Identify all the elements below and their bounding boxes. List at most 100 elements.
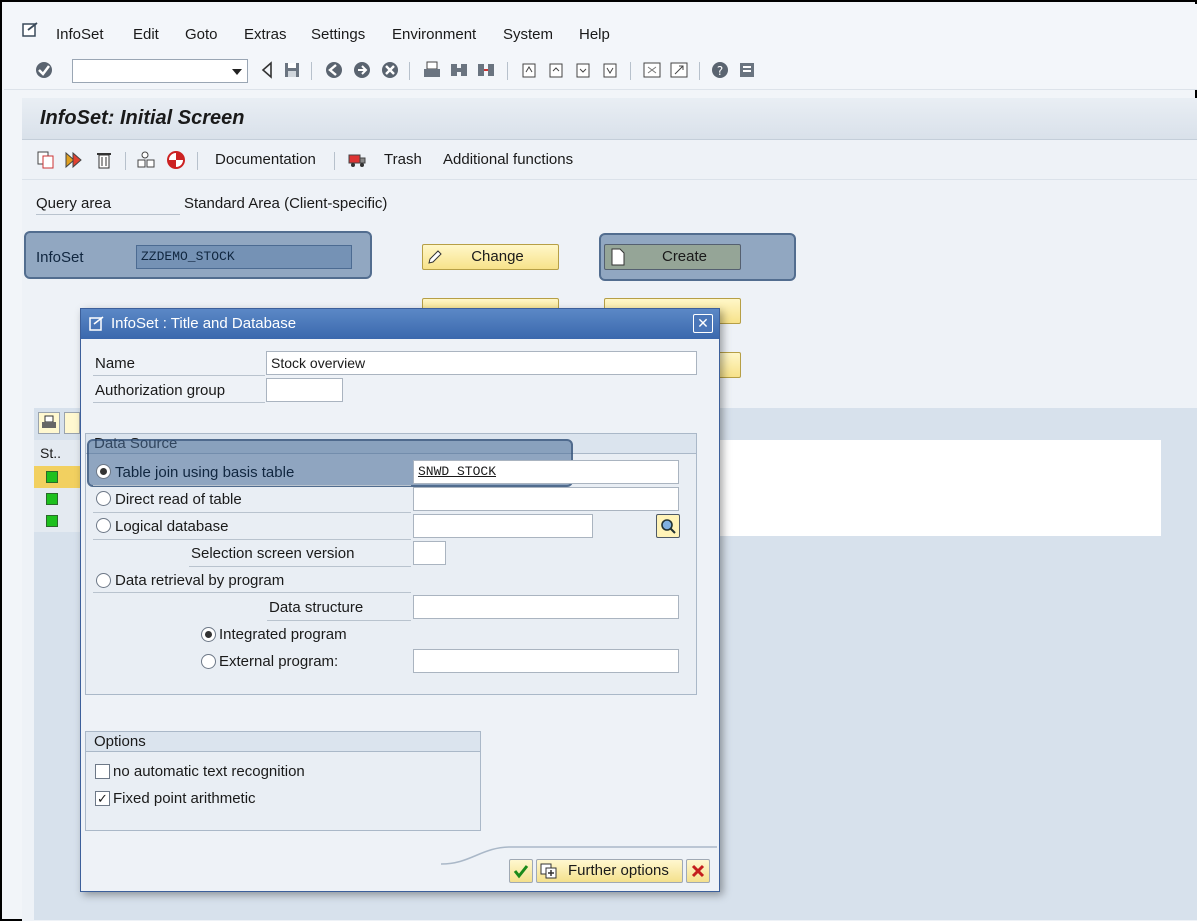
infoset-title-database-dialog: InfoSet : Title and Database ✕ Name Stoc…	[80, 308, 720, 892]
documentation-button[interactable]: Documentation	[215, 151, 316, 168]
status-green-icon	[46, 471, 58, 483]
find-next-icon[interactable]	[476, 60, 496, 80]
table-row-status	[34, 466, 82, 488]
last-page-icon[interactable]	[600, 60, 620, 80]
external-program-label: External program:	[219, 653, 339, 670]
divider	[93, 539, 411, 540]
back-arrow-icon[interactable]	[257, 60, 277, 80]
next-page-icon[interactable]	[573, 60, 593, 80]
infoset-label: InfoSet	[36, 249, 84, 266]
dialog-system-icon	[89, 316, 104, 331]
menu-system[interactable]: System	[503, 26, 553, 43]
previous-page-icon[interactable]	[546, 60, 566, 80]
create-label: Create	[661, 248, 708, 265]
divider	[93, 512, 411, 513]
menu-environment[interactable]: Environment	[392, 26, 476, 43]
print-list-button[interactable]	[38, 412, 60, 434]
menu-help[interactable]: Help	[579, 26, 610, 43]
new-session-icon[interactable]	[642, 60, 662, 80]
table-join-radio[interactable]	[96, 464, 111, 479]
continue-button[interactable]	[509, 859, 533, 883]
fixed-point-checkbox[interactable]: ✓	[95, 791, 110, 806]
check-icon	[513, 865, 529, 879]
fixed-point-label: Fixed point arithmetic	[113, 790, 256, 807]
name-input[interactable]: Stock overview	[266, 351, 697, 375]
create-button[interactable]: Create	[604, 244, 741, 270]
save-icon[interactable]	[282, 60, 302, 80]
find-icon[interactable]	[449, 60, 469, 80]
menu-goto[interactable]: Goto	[185, 26, 218, 43]
data-retrieval-radio[interactable]	[96, 573, 111, 588]
selection-screen-version-input[interactable]	[413, 541, 446, 565]
options-header: Options	[86, 732, 480, 752]
copy-icon[interactable]	[36, 150, 56, 170]
pencil-icon	[428, 250, 442, 264]
status-column-header[interactable]: St..	[34, 440, 82, 466]
print-icon[interactable]	[422, 60, 442, 80]
basis-table-value: SNWD_STOCK	[418, 464, 497, 479]
integrated-program-radio[interactable]	[201, 627, 216, 642]
menu-edit[interactable]: Edit	[133, 26, 159, 43]
magnifier-icon	[661, 519, 676, 534]
generate-icon[interactable]	[64, 150, 84, 170]
chevron-down-icon[interactable]	[232, 69, 242, 75]
toolbar-separator	[630, 62, 631, 80]
svg-text:?: ?	[717, 64, 723, 78]
divider	[93, 375, 265, 376]
layout-menu-icon[interactable]	[737, 60, 757, 80]
authorization-group-label: Authorization group	[95, 382, 226, 399]
infoset-input[interactable]: ZZDEMO_STOCK	[136, 245, 352, 269]
enter-check-icon[interactable]	[34, 60, 54, 80]
divider	[93, 485, 411, 486]
direct-read-input[interactable]	[413, 487, 679, 511]
external-program-input[interactable]	[413, 649, 679, 673]
transport-icon[interactable]	[166, 150, 186, 170]
logical-database-radio[interactable]	[96, 518, 111, 533]
system-menu-icon[interactable]	[22, 22, 40, 38]
additional-functions-button[interactable]: Additional functions	[443, 151, 573, 168]
help-icon[interactable]: ?	[710, 60, 730, 80]
logical-database-search-button[interactable]	[656, 514, 680, 538]
exit-icon[interactable]	[352, 60, 372, 80]
menu-extras[interactable]: Extras	[244, 26, 287, 43]
direct-read-radio[interactable]	[96, 491, 111, 506]
filter-button[interactable]	[64, 412, 80, 434]
cancel-icon[interactable]	[380, 60, 400, 80]
status-green-icon	[46, 515, 58, 527]
delete-icon[interactable]	[94, 150, 114, 170]
external-program-radio[interactable]	[201, 654, 216, 669]
trash-button[interactable]: Trash	[384, 151, 422, 168]
menu-bar: InfoSet Edit Goto Extras Settings Enviro…	[4, 4, 1197, 50]
data-retrieval-label: Data retrieval by program	[115, 572, 285, 589]
further-options-icon	[540, 863, 557, 879]
back-icon[interactable]	[324, 60, 344, 80]
change-button[interactable]: Change	[422, 244, 559, 270]
authorization-group-input[interactable]	[266, 378, 343, 402]
first-page-icon[interactable]	[519, 60, 539, 80]
menu-infoset[interactable]: InfoSet	[56, 26, 104, 43]
role-assignment-icon[interactable]	[136, 150, 156, 170]
divider	[267, 620, 411, 621]
cancel-button[interactable]	[686, 859, 710, 883]
logical-database-input[interactable]	[413, 514, 593, 538]
no-text-recognition-label: no automatic text recognition	[113, 763, 305, 780]
toolbar-separator	[699, 62, 700, 80]
further-options-button[interactable]: Further options	[536, 859, 683, 883]
no-text-recognition-checkbox[interactable]	[95, 764, 110, 779]
status-green-icon	[46, 493, 58, 505]
standard-toolbar: ?	[4, 50, 1197, 90]
basis-table-input[interactable]: SNWD_STOCK	[413, 460, 679, 484]
trash-truck-icon[interactable]	[347, 150, 367, 170]
close-button[interactable]: ✕	[693, 314, 713, 333]
application-toolbar: Documentation Trash Additional functions	[22, 140, 1197, 180]
menu-settings[interactable]: Settings	[311, 26, 365, 43]
toolbar-separator	[334, 152, 335, 170]
page-title: InfoSet: Initial Screen	[40, 107, 245, 129]
shortcut-icon[interactable]	[669, 60, 689, 80]
command-field[interactable]	[72, 59, 248, 83]
options-group: Options	[85, 731, 481, 831]
divider	[189, 566, 411, 567]
sap-window: InfoSet Edit Goto Extras Settings Enviro…	[0, 0, 1197, 921]
dialog-title-bar: InfoSet : Title and Database ✕	[81, 309, 719, 339]
data-structure-input[interactable]	[413, 595, 679, 619]
